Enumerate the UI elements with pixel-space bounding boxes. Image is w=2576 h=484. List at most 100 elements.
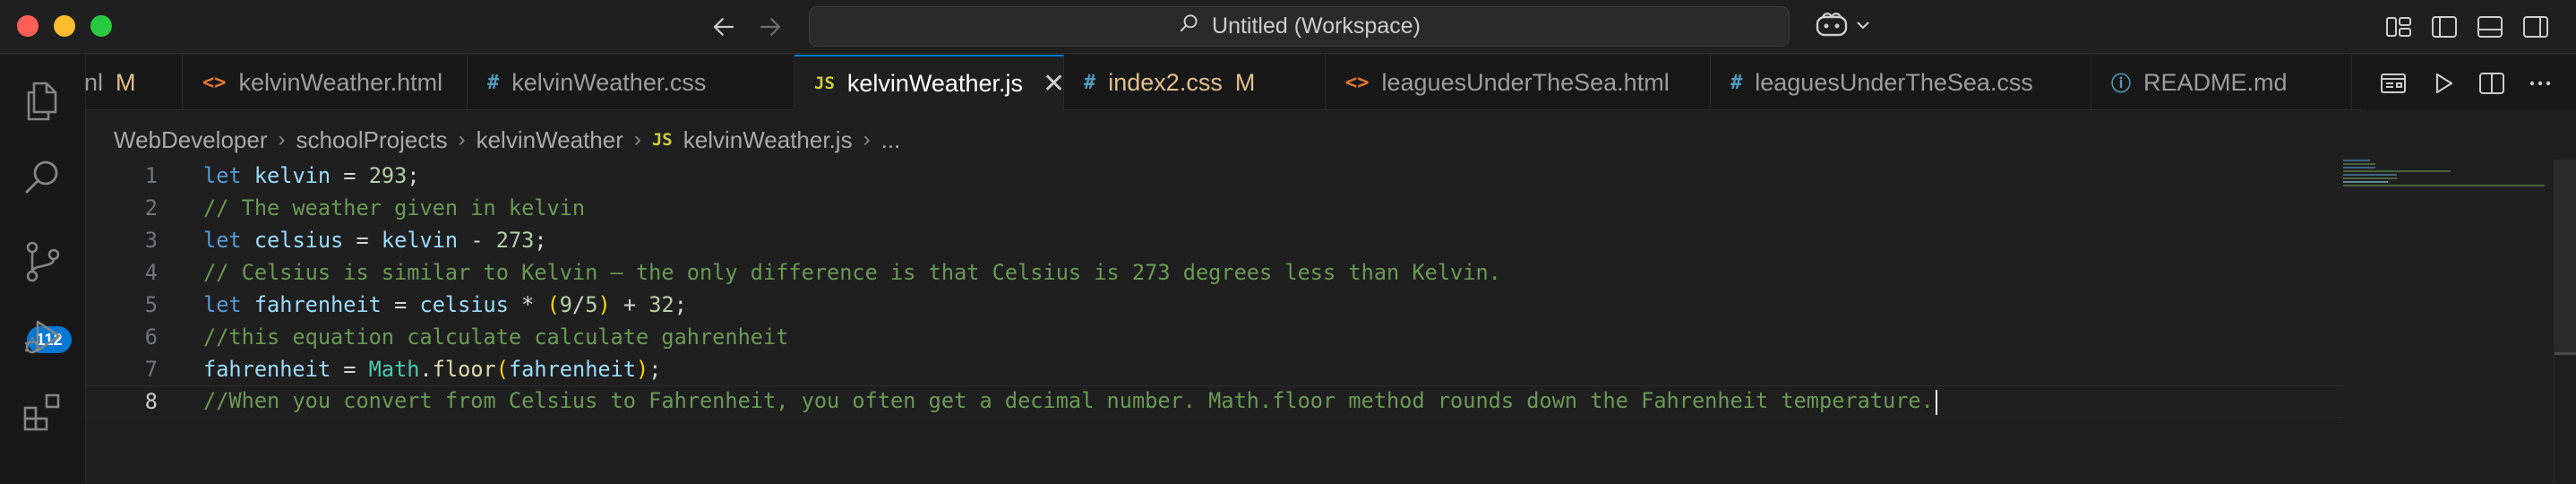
command-center-label: Untitled (Workspace)	[1212, 13, 1421, 39]
chevron-right-icon: ›	[278, 127, 286, 151]
punctuation: ;	[648, 357, 662, 382]
css-file-icon: #	[487, 71, 500, 94]
code-text[interactable]: let kelvin = 293;	[203, 163, 420, 188]
toggle-secondary-sidebar-icon[interactable]	[2521, 13, 2550, 41]
close-icon[interactable]: ✕	[1043, 68, 1063, 99]
line-number: 4	[144, 260, 158, 285]
breadcrumb-symbols[interactable]: ...	[881, 126, 901, 154]
title-bar: Untitled (Workspace)	[0, 0, 2576, 54]
code-text[interactable]: //When you convert from Celsius to Fahre…	[203, 388, 1937, 415]
breadcrumb: WebDeveloper › schoolProjects › kelvinWe…	[114, 124, 900, 156]
number: 5	[585, 292, 598, 317]
breadcrumb-file[interactable]: kelvinWeather.js	[683, 126, 853, 154]
bracket: (	[546, 292, 560, 317]
window-minimize-button[interactable]	[54, 15, 75, 37]
operator: =	[331, 163, 369, 188]
code-line-current[interactable]: 8 //When you convert from Celsius to Fah…	[86, 385, 2343, 418]
tab-kelvinweather-js[interactable]: JS kelvinWeather.js ✕	[794, 55, 1064, 110]
js-file-icon: JS	[814, 73, 835, 93]
minimap[interactable]	[2343, 160, 2558, 195]
variable: kelvin	[381, 228, 459, 253]
tab-label: leaguesUnderTheSea.html	[1381, 68, 1670, 96]
run-debug-icon[interactable]	[20, 313, 66, 359]
keyword: let	[203, 228, 242, 253]
tab-label: kelvinWeather.css	[511, 68, 707, 96]
js-file-icon: JS	[651, 130, 673, 150]
extensions-icon[interactable]	[20, 388, 66, 435]
code-line[interactable]: 4 // Celsius is similar to Kelvin — the …	[86, 256, 2343, 289]
activity-bar: 112	[0, 55, 86, 484]
toggle-primary-sidebar-icon[interactable]	[2430, 13, 2459, 41]
line-number: 7	[144, 357, 158, 382]
more-actions-icon[interactable]	[2526, 69, 2555, 98]
split-editor-icon[interactable]	[2477, 69, 2506, 98]
tab-leaguesunderthesea-css[interactable]: # leaguesUnderTheSea.css	[1711, 55, 2091, 110]
operator: -	[458, 228, 496, 253]
copilot-icon	[1814, 11, 1850, 44]
operator: /	[572, 292, 586, 317]
line-number: 2	[144, 195, 158, 220]
open-preview-icon[interactable]	[2379, 69, 2408, 98]
back-arrow-icon[interactable]	[708, 11, 740, 43]
forward-arrow-icon[interactable]	[754, 11, 786, 43]
toggle-panel-icon[interactable]	[2476, 13, 2504, 41]
tab-label: nl	[84, 68, 104, 96]
scrollbar-thumb[interactable]	[2555, 160, 2576, 352]
tab-kelvinweather-html[interactable]: <> kelvinWeather.html	[183, 55, 468, 110]
breadcrumb-item[interactable]: schoolProjects	[296, 126, 448, 154]
line-number: 3	[144, 228, 158, 253]
run-icon[interactable]	[2429, 69, 2458, 98]
punctuation: .	[419, 357, 433, 382]
punctuation: ;	[674, 292, 687, 317]
explorer-icon[interactable]	[20, 78, 66, 125]
comment[interactable]: //this equation calculate calculate gahr…	[203, 324, 788, 350]
tab-partial[interactable]: nl M	[81, 55, 183, 110]
punctuation: ;	[534, 228, 547, 253]
tab-kelvinweather-css[interactable]: # kelvinWeather.css	[468, 55, 794, 110]
tab-label: README.md	[2143, 68, 2288, 96]
tab-readme-md[interactable]: ⓘ README.md	[2091, 55, 2352, 110]
search-icon[interactable]	[20, 153, 66, 200]
operator: +	[610, 292, 649, 317]
chevron-right-icon: ›	[863, 127, 871, 151]
modified-indicator: M	[1234, 68, 1256, 96]
html-file-icon: <>	[1345, 71, 1370, 94]
code-line[interactable]: 2 // The weather given in kelvin	[86, 192, 2343, 224]
window-maximize-button[interactable]	[90, 15, 112, 37]
info-icon: ⓘ	[2111, 73, 2132, 96]
keyword: let	[203, 163, 242, 188]
code-line[interactable]: 3 let celsius = kelvin - 273;	[86, 224, 2343, 256]
code-line[interactable]: 7 fahrenheit = Math.floor(fahrenheit);	[86, 353, 2343, 385]
chevron-down-icon	[1855, 17, 1871, 38]
code-text[interactable]: let fahrenheit = celsius * (9/5) + 32;	[203, 292, 687, 317]
variable: fahrenheit	[253, 292, 382, 317]
number: 32	[648, 292, 674, 317]
editor-tab-bar: nl M <> kelvinWeather.html # kelvinWeath…	[84, 55, 2576, 110]
comment[interactable]: // Celsius is similar to Kelvin — the on…	[203, 260, 1501, 285]
command-center-search[interactable]: Untitled (Workspace)	[809, 6, 1790, 47]
breadcrumb-item[interactable]: WebDeveloper	[114, 126, 268, 154]
code-line[interactable]: 5 let fahrenheit = celsius * (9/5) + 32;	[86, 289, 2343, 321]
tab-index2-css[interactable]: # index2.css M	[1064, 55, 1326, 110]
breadcrumb-item[interactable]: kelvinWeather	[477, 126, 623, 154]
copilot-menu-button[interactable]	[1814, 11, 1871, 43]
modified-indicator: M	[116, 68, 136, 96]
comment[interactable]: // The weather given in kelvin	[203, 195, 585, 220]
window-close-button[interactable]	[17, 15, 39, 37]
variable: fahrenheit	[203, 357, 331, 382]
html-file-icon: <>	[202, 71, 227, 94]
chevron-right-icon: ›	[458, 127, 466, 151]
function: floor	[432, 357, 496, 382]
code-text[interactable]: fahrenheit = Math.floor(fahrenheit);	[203, 357, 661, 382]
customize-layout-icon[interactable]	[2384, 13, 2413, 41]
number: 273	[495, 228, 535, 253]
object: Math	[368, 357, 420, 382]
code-line[interactable]: 1 let kelvin = 293;	[86, 160, 2343, 192]
source-control-icon[interactable]	[20, 238, 66, 285]
code-editor[interactable]: 1 let kelvin = 293; 2 // The weather giv…	[86, 160, 2549, 484]
css-file-icon: #	[1084, 71, 1096, 94]
tab-leaguesunderthesea-html[interactable]: <> leaguesUnderTheSea.html	[1326, 55, 1711, 110]
code-line[interactable]: 6 //this equation calculate calculate ga…	[86, 321, 2343, 353]
bracket: )	[636, 357, 649, 382]
code-text[interactable]: let celsius = kelvin - 273;	[203, 228, 547, 253]
